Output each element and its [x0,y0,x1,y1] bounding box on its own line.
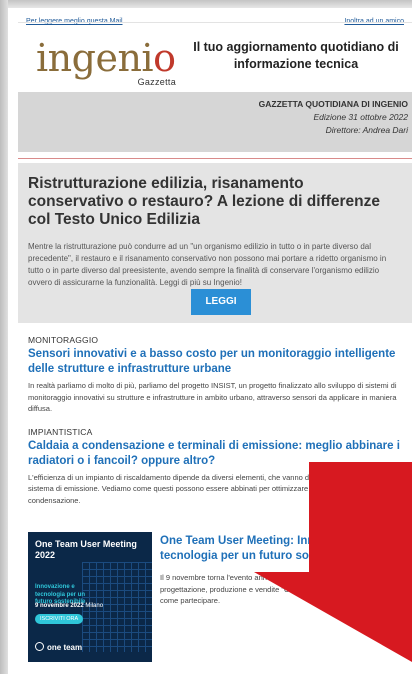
header-tagline: Il tuo aggiornamento quotidiano di infor… [193,40,399,71]
edition-name: GAZZETTA QUOTIDIANA DI INGENIO [258,99,408,109]
promo-image-brand: one team [35,642,82,652]
list-item: MONITORAGGIO Sensori innovativi e a bass… [28,335,412,415]
window-shadow-top [0,0,412,8]
edition-director: Direttore: Andrea Dari [325,125,408,135]
promo-image-date: 9 novembre 2022 Milano [35,603,104,609]
red-down-arrow-icon [254,462,412,662]
promo-image[interactable]: One Team User Meeting 2022 Innovazione e… [28,532,152,662]
newsletter-header: ingenio Gazzetta Il tuo aggiornamento qu… [18,22,412,92]
article-category: MONITORAGGIO [28,335,99,345]
article-title[interactable]: Sensori innovativi e a basso costo per u… [28,347,412,377]
edition-issue: Edizione 31 ottobre 2022 [313,112,408,122]
window-shadow-left [0,0,8,674]
article-category: IMPIANTISTICA [28,426,93,437]
logo-sub: Gazzetta [137,77,176,87]
ingenio-logo[interactable]: ingenio Gazzetta [36,35,176,91]
divider [18,158,412,159]
edition-banner: GAZZETTA QUOTIDIANA DI INGENIO Edizione … [18,92,412,152]
leggi-button[interactable]: LEGGI [191,289,251,315]
feature-body: Mentre la ristrutturazione può condurre … [28,242,387,287]
one-team-logo-icon [35,642,44,651]
feature-title[interactable]: Ristrutturazione edilizia, risanamento c… [28,175,402,229]
logo-word: ingenio [36,36,176,80]
arrow-shape [254,462,412,662]
promo-image-cta: ISCRIVITI ORA [35,614,84,624]
article-body: In realtà parliamo di molto di più, parl… [28,381,397,413]
feature-article: Ristrutturazione edilizia, risanamento c… [18,163,412,323]
promo-image-title: One Team User Meeting 2022 [35,539,137,560]
